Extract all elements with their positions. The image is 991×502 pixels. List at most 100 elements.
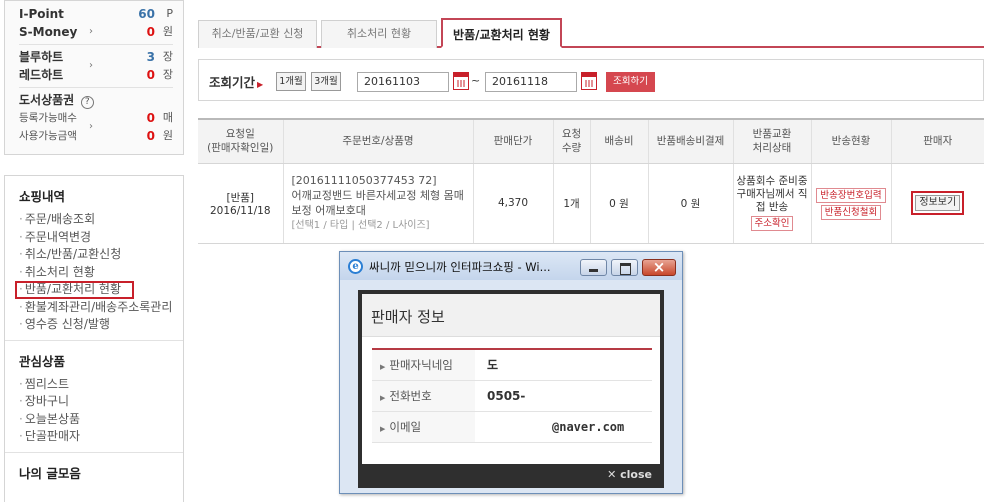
- product-name-link[interactable]: 어깨교정밴드 바른자세교정 체형 몸매보정 어깨보호대: [292, 188, 473, 218]
- ipoint-value: 60: [138, 7, 155, 21]
- reg-count-label: 등록가능매수: [19, 112, 77, 124]
- sidebar-item-favorite-sellers[interactable]: · 단골판매자: [19, 428, 183, 446]
- giftcard-row: 도서상품권 ?: [19, 91, 173, 109]
- sidebar-item-wishlist[interactable]: · 찜리스트: [19, 376, 183, 394]
- smoney-label: S-Money: [19, 25, 78, 39]
- reg-count-row[interactable]: 등록가능매수 › 0 매: [19, 109, 173, 132]
- sidebar-item-receipt[interactable]: · 영수증 신청/발행: [19, 316, 183, 334]
- avail-amount-label: 사용가능금액: [19, 130, 77, 142]
- reg-count-value: 0: [146, 111, 155, 125]
- one-month-button[interactable]: 1개월: [276, 72, 306, 91]
- popup-titlebar[interactable]: e 싸니까 믿으니까 인터파크쇼핑 - Wi...: [340, 252, 682, 280]
- redhart-value: 0: [146, 68, 155, 82]
- calendar-icon[interactable]: [453, 72, 469, 90]
- maximize-button[interactable]: [611, 259, 638, 276]
- bluehart-row[interactable]: 블루하트 › 3 장: [19, 48, 173, 71]
- bluehart-unit: 장: [162, 50, 173, 63]
- request-date-cell: [반품] 2016/11/18: [198, 163, 283, 244]
- calendar-icon[interactable]: [581, 72, 597, 90]
- request-type: [반품]: [226, 191, 254, 204]
- product-option: [선택1 / 타입 | 선택2 / L사이즈]: [291, 220, 430, 231]
- date-range-tilde: ~: [471, 74, 481, 87]
- cancel-return-button[interactable]: 반품신청철회: [820, 205, 882, 220]
- redhart-row[interactable]: 레드하트 0 장: [19, 66, 173, 84]
- ipoint-unit: P: [166, 7, 173, 20]
- avail-amount-unit: 원: [162, 129, 173, 142]
- popup-footer: ✕ close: [362, 466, 660, 484]
- popup-window-title: 싸니까 믿으니까 인터파크쇼핑 - Wi...: [369, 260, 551, 274]
- seller-email-label: ▶ 이메일: [372, 412, 475, 442]
- price-cell: 4,370: [472, 163, 553, 244]
- col-order-product: 주문번호/상품명: [282, 118, 473, 164]
- col-seller: 판매자: [890, 118, 984, 164]
- col-qty: 요청 수량: [552, 118, 590, 164]
- seller-phone-label: ▶ 전화번호: [372, 381, 475, 411]
- tab-return-status[interactable]: 반품/교환처리 현황: [441, 18, 562, 48]
- seller-email-value: @naver.com: [552, 420, 625, 434]
- return-shipping-cell: 0 원: [647, 163, 733, 244]
- seller-nickname-label: ▶ 판매자닉네임: [372, 350, 475, 380]
- divider: [19, 44, 173, 45]
- seller-info-popup-window: e 싸니까 믿으니까 인터파크쇼핑 - Wi... 판매자 정보 ▶판매자닉네임…: [339, 251, 683, 494]
- request-date: 2016/11/18: [209, 204, 271, 217]
- help-icon[interactable]: ?: [80, 96, 94, 109]
- my-posts-title[interactable]: 나의 글모음: [19, 463, 183, 482]
- return-status-table: 요청일 (판매자확인일) 주문번호/상품명 판매단가 요청 수량 배송비 반품배…: [198, 118, 984, 244]
- bluehart-value: 3: [146, 50, 155, 64]
- status-text: 상품회수 준비중 구매자님께서 직접 반송: [736, 175, 808, 213]
- table-header-row: 요청일 (판매자확인일) 주문번호/상품명 판매단가 요청 수량 배송비 반품배…: [198, 118, 984, 164]
- order-number-link[interactable]: [20161111050377453 72]: [292, 173, 473, 188]
- interest-title: 관심상품: [19, 353, 66, 369]
- close-link[interactable]: ✕ close: [607, 468, 652, 481]
- invoice-input-button[interactable]: 반송장번호입력: [816, 188, 886, 203]
- qty-cell: 1개: [552, 163, 590, 244]
- smoney-row[interactable]: S-Money › 0 원: [19, 23, 173, 41]
- my-posts-section: 나의 글모음: [5, 453, 183, 494]
- tab-cancel-status[interactable]: 취소처리 현황: [321, 20, 437, 48]
- sidebar-item-refund-account[interactable]: · 환불계좌관리/배송주소록관리: [19, 299, 183, 317]
- sidebar-item-order-tracking[interactable]: · 주문/배송조회: [19, 211, 183, 229]
- three-month-button[interactable]: 3개월: [311, 72, 341, 91]
- search-button[interactable]: 조회하기: [606, 72, 655, 92]
- shopping-section: 쇼핑내역 · 주문/배송조회 · 주문내역변경 · 취소/반품/교환신청 · 취소처리 …: [5, 176, 183, 341]
- reg-count-unit: 매: [162, 111, 173, 124]
- address-check-button[interactable]: 주소확인: [750, 216, 794, 231]
- seller-info-button[interactable]: 정보보기: [915, 195, 961, 211]
- seller-nickname-value: 도: [487, 358, 499, 372]
- status-cell: 상품회수 준비중 구매자님께서 직접 반송 주소확인: [732, 163, 811, 244]
- bullet-arrow-icon: ▶: [380, 394, 386, 402]
- minimize-button[interactable]: [580, 259, 607, 276]
- close-icon: ✕: [607, 468, 617, 481]
- col-request-date: 요청일 (판매자확인일): [198, 118, 283, 164]
- to-date-input[interactable]: 20161118: [485, 72, 577, 92]
- redhart-unit: 장: [162, 68, 173, 81]
- sidebar-item-cart[interactable]: · 장바구니: [19, 393, 183, 411]
- bullet-arrow-icon: ▶: [380, 363, 386, 371]
- sidebar-item-return-status[interactable]: · 반품/교환처리 현황: [15, 281, 183, 299]
- giftcard-label: 도서상품권: [19, 93, 75, 107]
- ipoint-row[interactable]: I-Point 60 P: [19, 5, 173, 23]
- sidebar-item-cancel-status[interactable]: · 취소처리 현황: [19, 264, 183, 282]
- interest-section: 관심상품 · 찜리스트 · 장바구니 · 오늘본상품 · 단골판매자: [5, 341, 183, 453]
- window-close-button[interactable]: [642, 258, 676, 276]
- from-date-input[interactable]: 20161103: [357, 72, 449, 92]
- bluehart-label: 블루하트: [19, 50, 64, 64]
- seller-phone-value: 0505-: [487, 389, 526, 403]
- points-summary-box: I-Point 60 P S-Money › 0 원 블루하트 › 3 장 레드…: [4, 0, 184, 155]
- chevron-right-icon: ›: [89, 26, 93, 37]
- col-price: 판매단가: [472, 118, 553, 164]
- popup-content: 판매자 정보 ▶ 판매자닉네임 도 ▶ 전화번호 0505- ▶ 이메일 @naver…: [362, 294, 660, 464]
- popup-header: 판매자 정보: [362, 294, 660, 337]
- avail-amount-row[interactable]: 사용가능금액 0 원: [19, 127, 173, 145]
- sidebar-item-order-change[interactable]: · 주문내역변경: [19, 229, 183, 247]
- col-shipping: 배송비: [589, 118, 648, 164]
- avail-amount-value: 0: [146, 129, 155, 143]
- smoney-value: 0: [146, 25, 155, 39]
- tab-cancel-return-request[interactable]: 취소/반품/교환 신청: [198, 20, 317, 48]
- col-return-shipping: 반품배송비결제: [647, 118, 733, 164]
- seller-phone-row: ▶ 전화번호 0505-: [372, 381, 652, 412]
- sidebar-item-cancel-return-request[interactable]: · 취소/반품/교환신청: [19, 246, 183, 264]
- highlight-box: [15, 281, 134, 299]
- sidebar-menu: 쇼핑내역 · 주문/배송조회 · 주문내역변경 · 취소/반품/교환신청 · 취소처리 …: [4, 175, 184, 502]
- sidebar-item-recently-viewed[interactable]: · 오늘본상품: [19, 411, 183, 429]
